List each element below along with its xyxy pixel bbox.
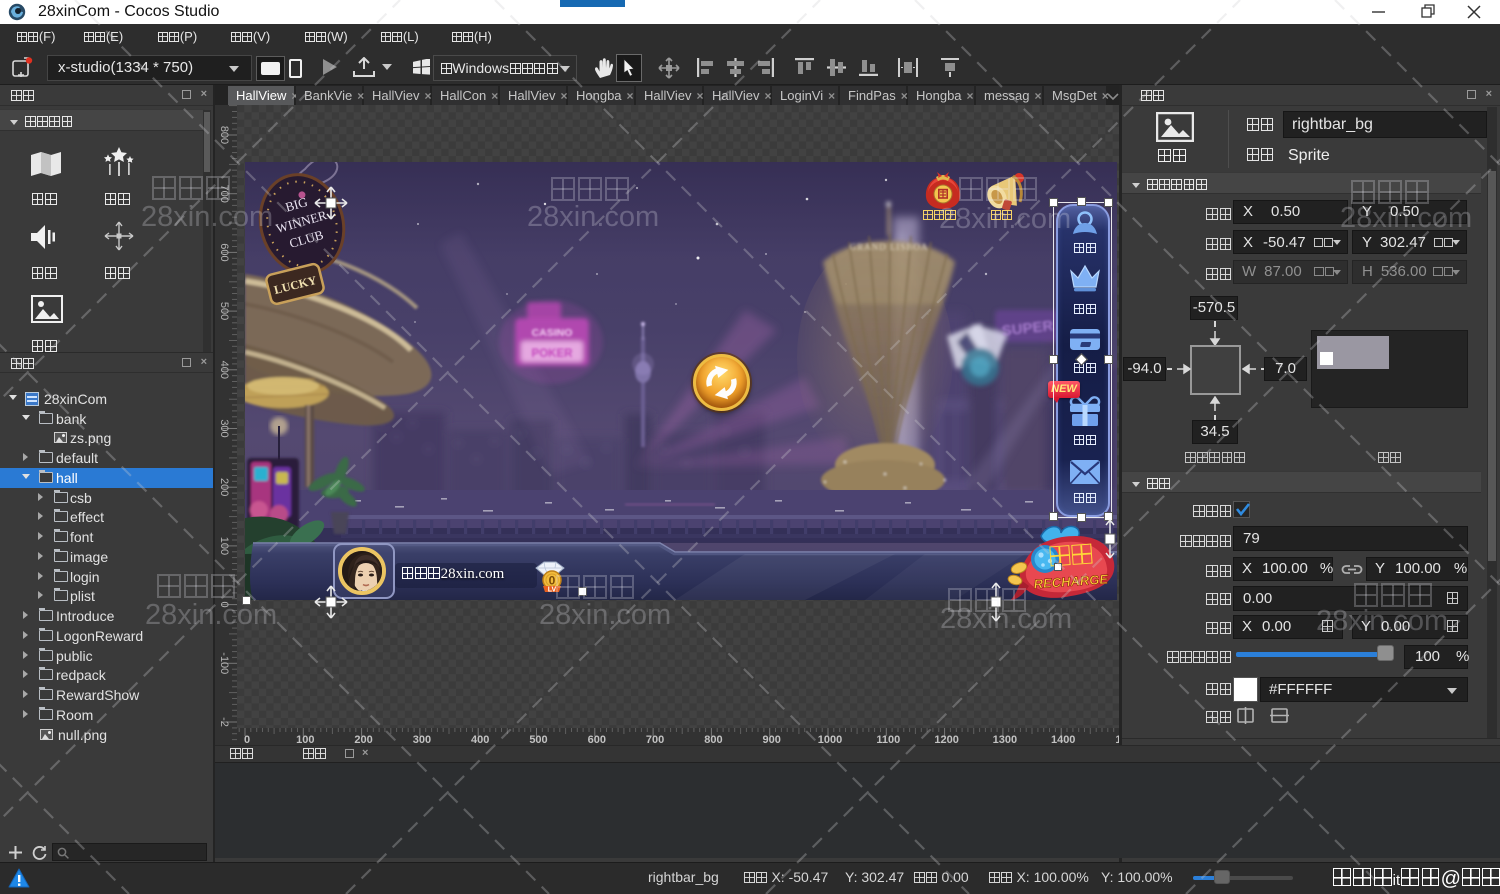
svg-text:600: 600 (588, 734, 606, 745)
svg-text:-100: -100 (218, 652, 230, 674)
svg-text:-2: -2 (218, 717, 230, 727)
svg-text:800: 800 (704, 734, 722, 745)
svg-text:300: 300 (218, 419, 230, 437)
svg-text:700: 700 (218, 185, 230, 203)
svg-text:400: 400 (471, 734, 489, 745)
svg-text:0: 0 (218, 602, 230, 608)
svg-text:500: 500 (529, 734, 547, 745)
svg-text:1100: 1100 (876, 734, 900, 745)
svg-text:1300: 1300 (993, 734, 1017, 745)
svg-text:500: 500 (218, 302, 230, 320)
svg-text:200: 200 (218, 478, 230, 496)
svg-text:0: 0 (244, 734, 250, 745)
svg-text:1200: 1200 (934, 734, 958, 745)
svg-text:100: 100 (296, 734, 314, 745)
svg-text:300: 300 (413, 734, 431, 745)
svg-text:1400: 1400 (1051, 734, 1075, 745)
svg-text:800: 800 (218, 126, 230, 144)
svg-text:400: 400 (218, 361, 230, 379)
svg-text:100: 100 (218, 537, 230, 555)
svg-text:LV: LV (548, 587, 557, 594)
svg-text:1000: 1000 (818, 734, 842, 745)
svg-text:CASINO: CASINO (532, 327, 573, 339)
svg-text:600: 600 (218, 243, 230, 261)
svg-text:200: 200 (354, 734, 372, 745)
svg-text:700: 700 (646, 734, 664, 745)
svg-text:GRAND LISBOA: GRAND LISBOA (850, 242, 929, 252)
svg-text:0: 0 (549, 574, 556, 588)
svg-text:900: 900 (763, 734, 781, 745)
svg-text:POKER: POKER (532, 348, 574, 360)
